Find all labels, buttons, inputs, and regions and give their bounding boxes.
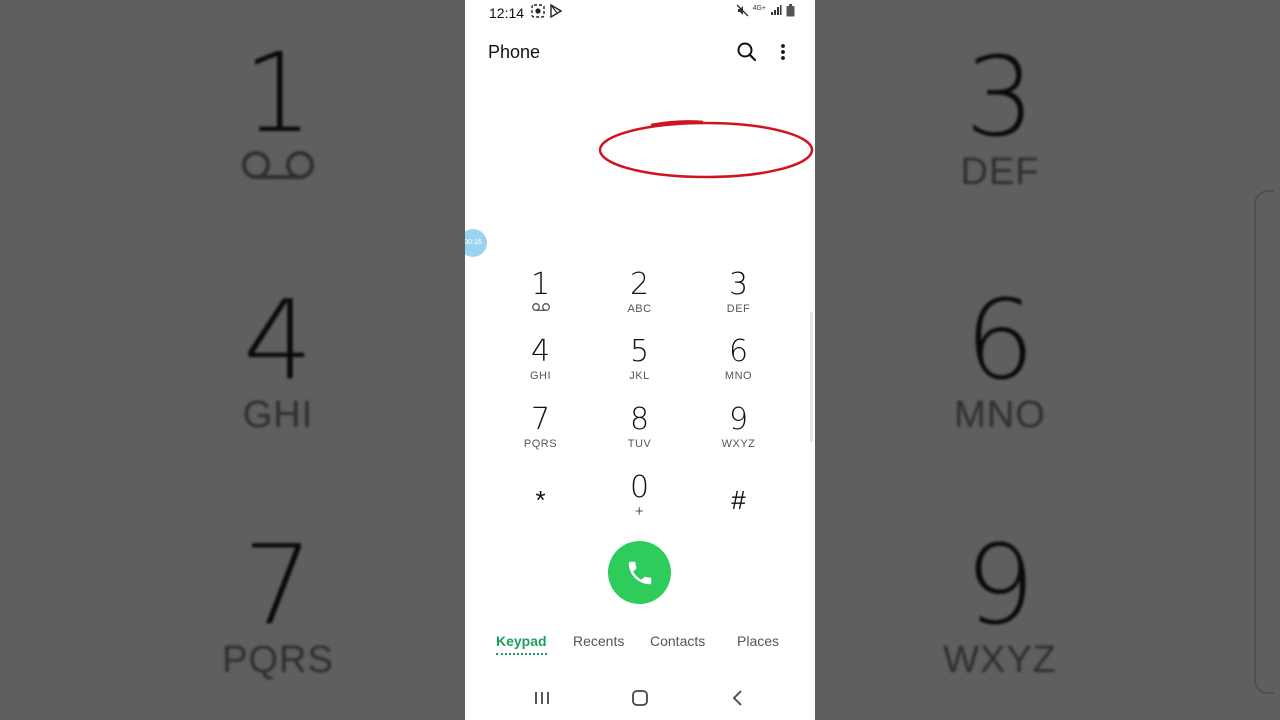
key-hash[interactable]: # xyxy=(689,471,788,535)
key-1[interactable]: 1 xyxy=(491,268,590,332)
key-4[interactable]: 4 GHI xyxy=(491,335,590,399)
key-6[interactable]: 6 MNO xyxy=(689,335,788,399)
edge-panel-handle[interactable] xyxy=(810,312,813,442)
background-key-9: 9 WXYZ xyxy=(943,521,1057,681)
search-icon xyxy=(737,42,757,62)
voicemail-icon xyxy=(178,148,378,190)
background-right-panel: 3 DEF 6 MNO 9 WXYZ xyxy=(815,0,1280,720)
back-icon xyxy=(732,690,742,706)
background-left-panel: 1 4 GHI 7 PQRS xyxy=(0,0,465,720)
phone-edge-decoration xyxy=(1254,190,1274,694)
back-button[interactable] xyxy=(726,686,750,710)
asterisk-label: * xyxy=(535,485,546,515)
more-options-button[interactable] xyxy=(773,40,793,64)
background-key-7: 7 PQRS xyxy=(222,521,334,681)
background-key-4: 4 GHI xyxy=(242,276,314,436)
app-bar: Phone xyxy=(465,38,815,68)
hash-label: # xyxy=(731,485,746,515)
background-key-3: 3 DEF xyxy=(960,33,1040,193)
home-icon xyxy=(632,690,648,706)
navigation-bar xyxy=(465,680,815,716)
red-annotation-ellipse xyxy=(599,120,814,179)
voicemail-icon xyxy=(491,302,590,316)
signal-icon xyxy=(770,4,782,20)
key-star[interactable]: * xyxy=(491,471,590,535)
tab-keypad[interactable]: Keypad xyxy=(496,633,547,655)
home-button[interactable] xyxy=(628,686,652,710)
status-right-icons: 4G+ xyxy=(736,4,795,20)
background-key-6: 6 MNO xyxy=(954,276,1046,436)
call-button[interactable] xyxy=(608,541,671,604)
key-0[interactable]: 0 + xyxy=(590,471,689,535)
screen-recorder-icon xyxy=(531,4,549,21)
key-2[interactable]: 2 ABC xyxy=(590,268,689,332)
recent-apps-button[interactable] xyxy=(530,686,554,710)
status-bar: 12:14 4G+ xyxy=(465,0,815,26)
recent-apps-icon xyxy=(535,692,549,704)
more-vertical-icon xyxy=(781,44,785,60)
tab-places[interactable]: Places xyxy=(737,633,779,649)
key-9[interactable]: 9 WXYZ xyxy=(689,403,788,467)
play-store-icon xyxy=(549,3,563,21)
key-8[interactable]: 8 TUV xyxy=(590,403,689,467)
mute-icon xyxy=(736,4,749,20)
tab-contacts[interactable]: Contacts xyxy=(650,633,705,649)
battery-icon xyxy=(786,4,795,20)
key-3[interactable]: 3 DEF xyxy=(689,268,788,332)
search-button[interactable] xyxy=(735,40,759,64)
status-time: 12:14 xyxy=(489,5,525,21)
background-key-1: 1 xyxy=(178,38,378,190)
status-left-icons xyxy=(531,3,563,21)
key-5[interactable]: 5 JKL xyxy=(590,335,689,399)
tab-recents[interactable]: Recents xyxy=(573,633,624,649)
floating-timer-bubble[interactable]: 00:16 xyxy=(465,229,487,257)
page-title: Phone xyxy=(488,42,541,62)
key-7[interactable]: 7 PQRS xyxy=(491,403,590,467)
phone-screen: 12:14 4G+ Phone 00:16 1 2 ABC 3 DEF 4 GH… xyxy=(465,0,815,720)
phone-icon xyxy=(628,561,651,584)
bottom-tabs: Keypad Recents Contacts Places xyxy=(465,633,815,659)
network-type-label: 4G+ xyxy=(752,5,766,12)
